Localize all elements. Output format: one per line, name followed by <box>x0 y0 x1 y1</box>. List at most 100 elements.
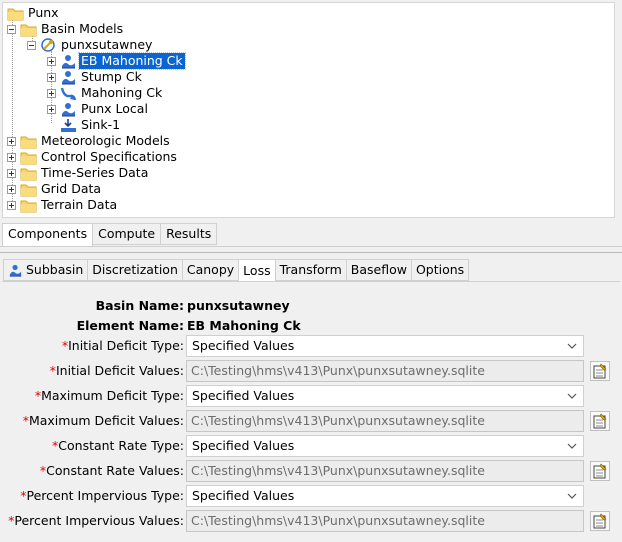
divider <box>0 246 622 247</box>
expand-icon[interactable] <box>47 72 56 82</box>
tree-node-folder[interactable]: Meteorologic Models <box>7 133 172 149</box>
expand-icon[interactable] <box>7 200 16 210</box>
tree-node-label: Punx Local <box>81 101 148 116</box>
folder-icon <box>20 182 37 197</box>
select-value: Specified Values <box>192 388 295 403</box>
initial-deficit-values-label: *Initial Deficit Values: <box>49 363 184 378</box>
expand-icon[interactable] <box>7 136 16 146</box>
tree-node-label: Terrain Data <box>41 197 118 212</box>
folder-icon <box>20 22 37 37</box>
tree-node-label: punxsutawney <box>61 37 153 52</box>
tree-node-label: Basin Models <box>41 21 124 36</box>
browse-button[interactable] <box>590 411 610 431</box>
browse-button[interactable] <box>590 461 610 481</box>
tab-discretization[interactable]: Discretization <box>87 259 183 281</box>
expand-icon[interactable] <box>47 56 56 66</box>
component-tree[interactable]: Punx Basin Models punxsutawney EB Mahoni… <box>2 2 615 218</box>
browse-button[interactable] <box>590 511 610 531</box>
table-edit-icon <box>593 413 607 429</box>
sink-icon <box>60 118 77 133</box>
maximum-deficit-values-field[interactable]: C:\Testing\hms\v413\Punx\punxsutawney.sq… <box>186 410 584 432</box>
initial-deficit-values-field[interactable]: C:\Testing\hms\v413\Punx\punxsutawney.sq… <box>186 360 584 382</box>
chevron-down-icon <box>567 443 577 449</box>
tree-node-basin[interactable]: punxsutawney <box>27 37 154 53</box>
tab-baseflow[interactable]: Baseflow <box>345 259 412 281</box>
constant-rate-type-select[interactable]: Specified Values <box>186 435 584 457</box>
maximum-deficit-type-label: *Maximum Deficit Type: <box>34 388 184 403</box>
percent-impervious-type-row: *Percent Impervious Type: Specified Valu… <box>2 485 620 507</box>
tree-node-element[interactable]: Sink-1 <box>47 117 122 133</box>
expand-icon[interactable] <box>47 104 56 114</box>
tree-node-label: Time-Series Data <box>41 165 149 180</box>
maximum-deficit-values-label: *Maximum Deficit Values: <box>22 413 184 428</box>
tab-transform[interactable]: Transform <box>274 259 347 281</box>
table-edit-icon <box>593 363 607 379</box>
tree-node-folder[interactable]: Control Specifications <box>7 149 179 165</box>
table-edit-icon <box>593 463 607 479</box>
expand-icon[interactable] <box>7 184 16 194</box>
tree-node-label: EB Mahoning Ck <box>78 52 186 70</box>
initial-deficit-type-label: *Initial Deficit Type: <box>61 338 184 353</box>
browse-button[interactable] <box>590 361 610 381</box>
tree-node-element[interactable]: Stump Ck <box>47 69 144 85</box>
tree-node-element[interactable]: Punx Local <box>47 101 150 117</box>
loss-properties-panel: Basin Name: punxsutawney Element Name: E… <box>2 281 620 540</box>
tree-node-element[interactable]: EB Mahoning Ck <box>47 52 186 70</box>
tab-loss[interactable]: Loss <box>238 259 276 283</box>
main-tab-bar: Components Compute Results <box>2 222 218 247</box>
tab-subbasin[interactable]: Subbasin <box>3 259 89 281</box>
tab-compute[interactable]: Compute <box>92 223 162 245</box>
constant-rate-values-field[interactable]: C:\Testing\hms\v413\Punx\punxsutawney.sq… <box>186 460 584 482</box>
tree-node-folder[interactable]: Time-Series Data <box>7 165 150 181</box>
tree-node-folder[interactable]: Terrain Data <box>7 197 119 213</box>
tree-node-label: Punx <box>28 5 59 20</box>
element-name-value: EB Mahoning Ck <box>187 318 301 333</box>
collapse-icon[interactable] <box>27 40 36 50</box>
tree-node-label: Control Specifications <box>41 149 177 164</box>
subbasin-icon <box>60 54 77 69</box>
folder-icon <box>20 166 37 181</box>
constant-rate-type-label: *Constant Rate Type: <box>52 438 184 453</box>
tree-node-element[interactable]: Mahoning Ck <box>47 85 164 101</box>
constant-rate-type-row: *Constant Rate Type: Specified Values <box>2 435 620 457</box>
percent-impervious-values-field[interactable]: C:\Testing\hms\v413\Punx\punxsutawney.sq… <box>186 510 584 532</box>
basin-name-label: Basin Name: <box>95 298 184 313</box>
folder-icon <box>20 198 37 213</box>
basin-model-icon <box>40 38 57 53</box>
tree-node-folder[interactable]: Grid Data <box>7 181 103 197</box>
tab-label: Subbasin <box>26 262 84 277</box>
expand-icon[interactable] <box>47 88 56 98</box>
element-name-label: Element Name: <box>76 318 184 333</box>
expand-icon[interactable] <box>7 152 16 162</box>
element-name-row: Element Name: EB Mahoning Ck <box>2 315 620 337</box>
tab-components[interactable]: Components <box>2 223 94 247</box>
tree-node-label: Stump Ck <box>81 69 142 84</box>
folder-icon <box>7 6 24 21</box>
initial-deficit-type-row: *Initial Deficit Type: Specified Values <box>2 335 620 357</box>
basin-name-row: Basin Name: punxsutawney <box>2 295 620 317</box>
percent-impervious-type-label: *Percent Impervious Type: <box>20 488 184 503</box>
splitter[interactable] <box>0 252 622 253</box>
subbasin-icon <box>8 264 23 277</box>
percent-impervious-values-label: *Percent Impervious Values: <box>8 513 184 528</box>
constant-rate-values-row: *Constant Rate Values: C:\Testing\hms\v4… <box>2 460 620 482</box>
maximum-deficit-type-select[interactable]: Specified Values <box>186 385 584 407</box>
tab-results[interactable]: Results <box>160 223 218 245</box>
maximum-deficit-values-row: *Maximum Deficit Values: C:\Testing\hms\… <box>2 410 620 432</box>
tree-node-root[interactable]: Punx <box>7 5 61 21</box>
percent-impervious-type-select[interactable]: Specified Values <box>186 485 584 507</box>
tree-node-label: Grid Data <box>41 181 102 196</box>
select-value: Specified Values <box>192 438 295 453</box>
collapse-icon[interactable] <box>7 24 16 34</box>
tab-canopy[interactable]: Canopy <box>181 259 240 281</box>
initial-deficit-type-select[interactable]: Specified Values <box>186 335 584 357</box>
folder-icon <box>20 150 37 165</box>
reach-icon <box>60 86 77 101</box>
tab-options[interactable]: Options <box>410 259 470 281</box>
tree-node-basin-models[interactable]: Basin Models <box>7 21 125 37</box>
expand-icon[interactable] <box>7 168 16 178</box>
chevron-down-icon <box>567 343 577 349</box>
table-edit-icon <box>593 513 607 529</box>
initial-deficit-values-row: *Initial Deficit Values: C:\Testing\hms\… <box>2 360 620 382</box>
percent-impervious-values-row: *Percent Impervious Values: C:\Testing\h… <box>2 510 620 532</box>
